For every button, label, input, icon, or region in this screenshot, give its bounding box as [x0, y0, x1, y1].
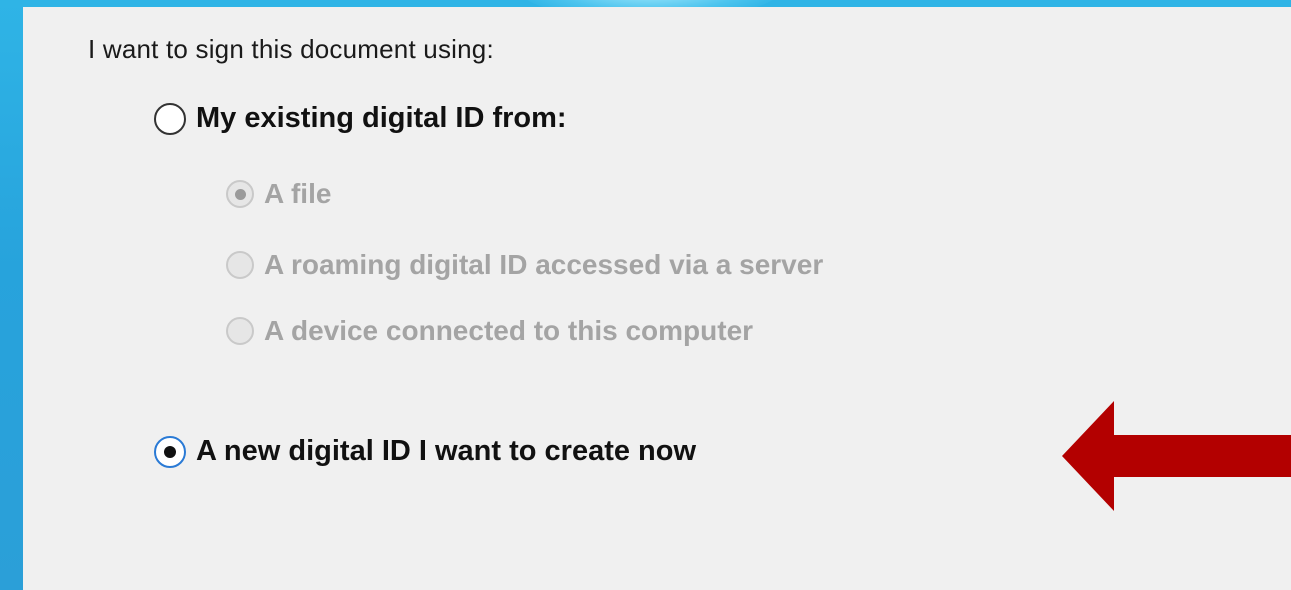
device-source-label: A device connected to this computer: [264, 315, 754, 346]
roaming-id-radio[interactable]: [226, 251, 254, 279]
file-source-radio[interactable]: [226, 180, 254, 208]
file-source-option[interactable]: A file: [226, 178, 331, 210]
new-digital-id-label: A new digital ID I want to create now: [196, 435, 697, 467]
existing-digital-id-label: My existing digital ID from:: [196, 102, 567, 134]
device-source-option[interactable]: A device connected to this computer: [226, 315, 753, 347]
arrow-shape: [1062, 401, 1291, 511]
roaming-id-option[interactable]: A roaming digital ID accessed via a serv…: [226, 249, 823, 281]
red-arrow-icon: [1062, 401, 1291, 511]
radio-dot: [164, 445, 176, 458]
sign-method-prompt: I want to sign this document using:: [88, 34, 494, 64]
file-source-label: A file: [264, 178, 332, 209]
existing-digital-id-option[interactable]: My existing digital ID from:: [154, 102, 567, 135]
existing-digital-id-radio[interactable]: [154, 102, 186, 135]
roaming-id-label: A roaming digital ID accessed via a serv…: [264, 249, 824, 280]
new-digital-id-option[interactable]: A new digital ID I want to create now: [154, 435, 696, 468]
device-source-radio[interactable]: [226, 317, 254, 345]
radio-dot: [234, 188, 246, 200]
new-digital-id-radio[interactable]: [154, 435, 186, 468]
